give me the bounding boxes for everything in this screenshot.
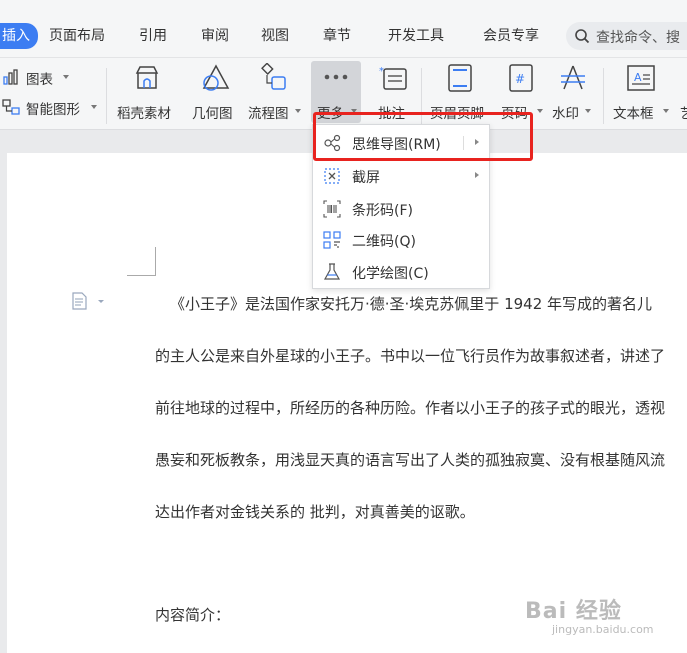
document-paragraph-line[interactable]: 愚妄和死板教条，用浅显天真的语言写出了人类的孤独寂寞、没有根基随风流 <box>155 450 665 470</box>
document-paragraph-line[interactable]: 《小王子》是法国作家安托万·德·圣·埃克苏佩里于 1942 年写成的著名儿 <box>170 294 652 314</box>
menu-item-label: 二维码(Q) <box>352 234 416 250</box>
menu-item-label: 化学绘图(C) <box>352 266 429 282</box>
qrcode-icon <box>323 231 341 249</box>
page-number-icon: # <box>509 64 533 92</box>
ribbon-tab-bar: 插入 页面布局 引用 审阅 视图 章节 开发工具 会员专享 查找命令、搜 <box>0 0 687 58</box>
ribbon-separator <box>603 68 604 124</box>
daoke-shop-icon <box>135 66 159 89</box>
textbox-icon: A <box>627 65 655 91</box>
document-paragraph-line[interactable]: 的主人公是来自外星球的小王子。书中以一位飞行员作为故事叙述者，讲述了 <box>155 346 665 366</box>
textbox-label: 文本框 <box>613 106 654 122</box>
menu-item-label: 截屏 <box>352 170 380 186</box>
document-paragraph-line[interactable]: 前往地球的过程中，所经历的各种历险。作者以小王子的孩子式的眼光，透视 <box>155 398 665 418</box>
watermark-button[interactable]: 水印 <box>550 62 598 124</box>
paragraph-layout-icon[interactable] <box>72 292 106 310</box>
flowchart-button[interactable]: 流程图 <box>247 62 305 124</box>
tab-view[interactable]: 视图 <box>261 27 289 45</box>
menu-item-chemistry[interactable]: 化学绘图(C) <box>313 257 489 287</box>
art-text-button[interactable]: 艺 <box>680 62 687 124</box>
ribbon-separator <box>106 68 107 124</box>
screenshot-icon <box>324 168 340 184</box>
geometry-button[interactable]: 几何图 <box>190 62 242 124</box>
chevron-down-icon <box>663 109 669 113</box>
tab-chapter[interactable]: 章节 <box>323 27 351 45</box>
chevron-down-icon <box>295 109 301 113</box>
search-icon <box>575 29 590 44</box>
textbox-button[interactable]: A 文本框 <box>610 62 674 124</box>
tab-insert[interactable]: 插入 <box>0 23 38 49</box>
comment-icon: * <box>379 66 407 90</box>
chevron-down-icon <box>91 105 97 109</box>
menu-item-qrcode[interactable]: 二维码(Q) <box>313 225 489 255</box>
geometry-label: 几何图 <box>192 106 233 122</box>
daoke-label: 稻壳素材 <box>117 106 171 122</box>
watermark-main-text: Bai 经验 <box>525 599 622 624</box>
tab-developer-tools[interactable]: 开发工具 <box>388 27 444 45</box>
section-heading[interactable]: 内容简介： <box>155 605 230 625</box>
chevron-down-icon <box>585 109 591 113</box>
menu-item-label: 条形码(F) <box>352 203 413 219</box>
svg-text:A: A <box>634 71 642 84</box>
bar-chart-icon <box>3 69 18 85</box>
geometry-icon <box>202 64 230 91</box>
smart-shape-button[interactable]: 智能图形 <box>0 96 100 118</box>
chevron-down-icon <box>63 75 69 79</box>
art-text-label: 艺 <box>680 106 687 122</box>
tab-page-layout[interactable]: 页面布局 <box>49 27 105 45</box>
search-placeholder: 查找命令、搜 <box>596 30 680 46</box>
margin-corner-mark <box>127 275 155 276</box>
tab-member[interactable]: 会员专享 <box>483 27 539 45</box>
document-paragraph-line[interactable]: 达出作者对金钱关系的 批判，对真善美的讴歌。 <box>155 502 475 522</box>
header-footer-icon <box>448 64 472 92</box>
svg-text:#: # <box>515 72 525 86</box>
submenu-arrow-icon <box>475 172 479 178</box>
margin-corner-mark <box>155 247 156 276</box>
flowchart-icon <box>261 63 286 90</box>
watermark-icon <box>561 65 585 90</box>
menu-item-barcode[interactable]: 条形码(F) <box>313 194 489 224</box>
watermark-label: 水印 <box>552 106 579 122</box>
chart-label: 图表 <box>26 72 53 88</box>
command-search[interactable]: 查找命令、搜 <box>566 22 687 50</box>
more-dots-icon <box>324 74 348 80</box>
chevron-down-icon <box>537 109 543 113</box>
watermark-sub-text: jingyan.baidu.com <box>552 623 654 636</box>
flowchart-label: 流程图 <box>248 106 289 122</box>
chart-button[interactable]: 图表 <box>0 66 80 88</box>
tab-review[interactable]: 审阅 <box>201 27 229 45</box>
baidu-watermark: Bai 经验 jingyan.baidu.com <box>525 593 654 636</box>
daoke-material-button[interactable]: 稻壳素材 <box>114 62 180 124</box>
annotation-highlight-box <box>313 112 533 161</box>
menu-item-screenshot[interactable]: 截屏 <box>313 161 489 191</box>
smart-shape-label: 智能图形 <box>26 102 80 118</box>
tab-references[interactable]: 引用 <box>139 27 167 45</box>
flask-icon <box>323 263 341 280</box>
barcode-icon <box>323 200 341 218</box>
smart-shape-icon <box>2 99 20 115</box>
